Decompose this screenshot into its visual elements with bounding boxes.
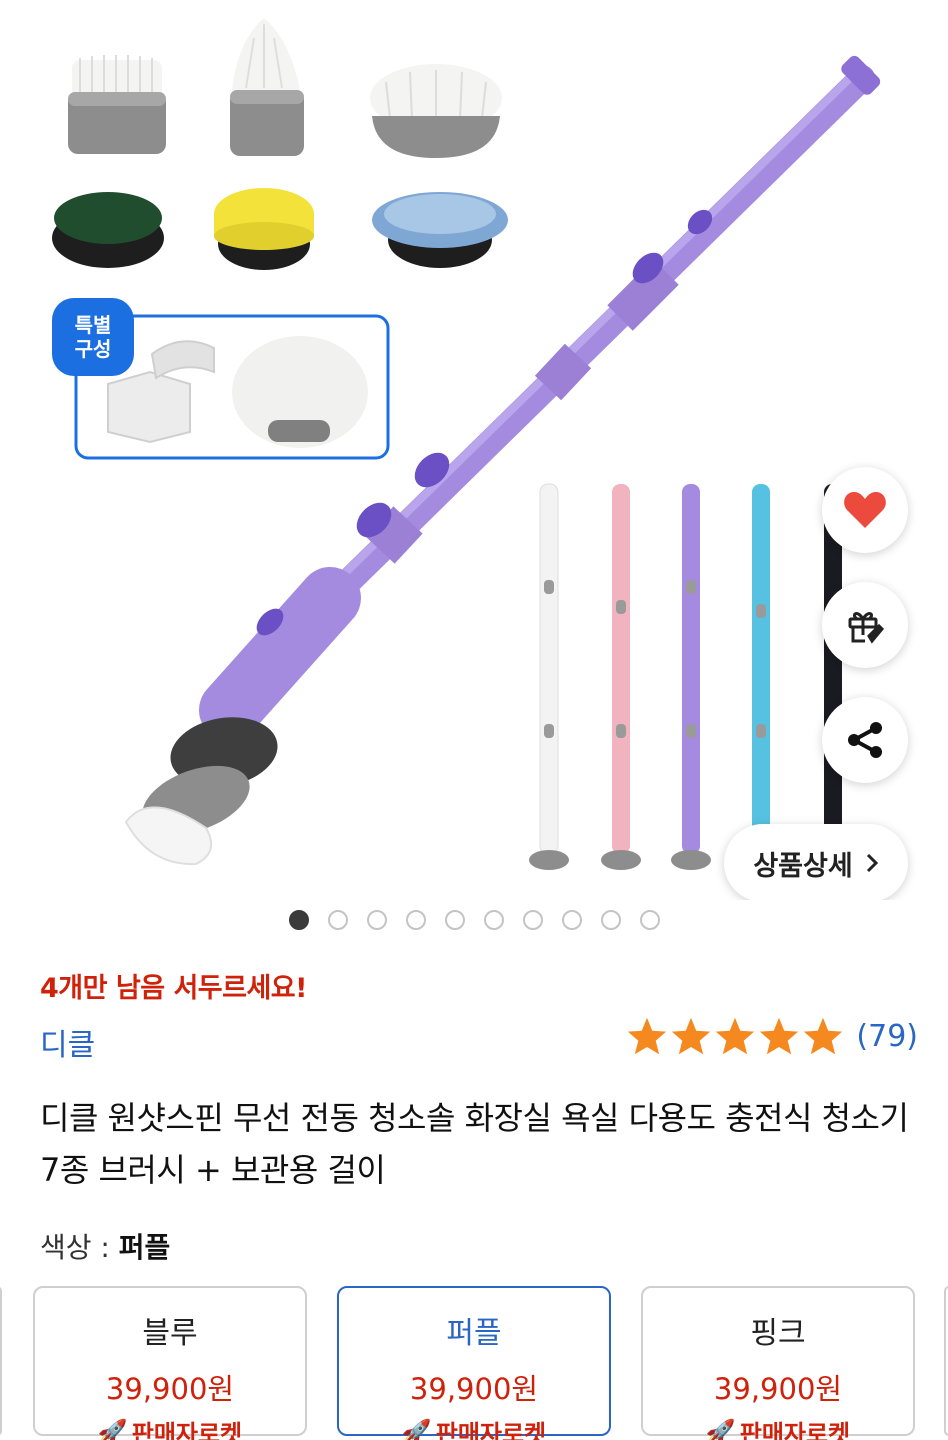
option-price: 39,900원 (409, 1372, 539, 1406)
brand-link[interactable]: 디클 (40, 1020, 95, 1064)
star-icon (760, 1017, 799, 1055)
option-card-partial-right[interactable] (944, 1286, 948, 1436)
option-price: 39,900원 (105, 1372, 235, 1406)
selected-color-value: 퍼플 (118, 1231, 171, 1264)
stock-notice: 4개만 남음 서두르세요! (40, 973, 307, 1004)
pagination-dot[interactable] (522, 910, 543, 930)
share-icon (848, 722, 882, 758)
rating[interactable]: (79) (626, 1016, 918, 1056)
option-price: 39,900원 (713, 1372, 843, 1406)
pagination-dot[interactable] (483, 910, 504, 930)
chevron-right-icon (866, 853, 878, 873)
rocket-icon: 🚀 (401, 1417, 432, 1440)
product-image-gallery[interactable]: 특별 구성 상품상세 (0, 0, 948, 900)
heart-icon (844, 492, 886, 528)
option-name: 핑크 (750, 1316, 806, 1351)
pagination-dot[interactable] (327, 910, 348, 930)
product-detail-button[interactable]: 상품상세 (724, 824, 908, 900)
gallery-pagination[interactable] (0, 910, 948, 932)
option-card-purple[interactable]: 퍼플 39,900원 🚀 판매자로켓 (337, 1286, 611, 1440)
seller-rocket-label: 판매자로켓 (435, 1420, 547, 1440)
product-image (52, 18, 881, 870)
rocket-icon: 🚀 (705, 1417, 736, 1440)
pagination-dot[interactable] (405, 910, 426, 930)
pagination-dot[interactable] (561, 910, 582, 930)
pagination-dot[interactable] (600, 910, 621, 930)
special-bundle-badge: 특별 구성 (52, 298, 134, 376)
seller-rocket-tag: 🚀 판매자로켓 (35, 1414, 305, 1440)
option-card-pink[interactable]: 핑크 39,900원 🚀 판매자로켓 (641, 1286, 915, 1440)
pagination-dot[interactable] (444, 910, 465, 930)
share-button[interactable] (822, 697, 908, 783)
gift-rocket-icon (848, 612, 885, 644)
star-icon (804, 1017, 843, 1055)
option-name: 블루 (142, 1316, 198, 1351)
gift-button[interactable] (822, 582, 908, 668)
star-icon (716, 1017, 755, 1055)
seller-rocket-label: 판매자로켓 (739, 1420, 851, 1440)
option-card-partial-left[interactable] (0, 1286, 2, 1436)
pagination-dot[interactable] (288, 910, 309, 930)
color-options[interactable]: 블루 39,900원 🚀 판매자로켓 퍼플 39,900원 🚀 판매자로켓 핑크 3… (0, 1286, 948, 1440)
seller-rocket-label: 판매자로켓 (131, 1420, 243, 1440)
rating-stars (626, 1016, 844, 1056)
seller-rocket-tag: 🚀 판매자로켓 (643, 1414, 913, 1440)
seller-rocket-tag: 🚀 판매자로켓 (339, 1414, 609, 1440)
pagination-dot[interactable] (366, 910, 387, 930)
option-card-blue[interactable]: 블루 39,900원 🚀 판매자로켓 (33, 1286, 307, 1440)
wishlist-button[interactable] (822, 467, 908, 553)
review-count[interactable]: (79) (856, 1019, 918, 1054)
rocket-icon: 🚀 (97, 1417, 128, 1440)
star-icon (628, 1017, 667, 1055)
color-selection-label: 색상 : 퍼플 (40, 1226, 170, 1266)
product-title: 디클 원샷스핀 무선 전동 청소솔 화장실 욕실 다용도 충전식 청소기 7종 … (40, 1099, 909, 1189)
star-icon (672, 1017, 711, 1055)
color-label-prefix: 색상 : (40, 1231, 110, 1264)
pagination-dot[interactable] (639, 910, 660, 930)
option-name: 퍼플 (446, 1316, 502, 1351)
product-detail-label: 상품상세 (753, 850, 853, 882)
